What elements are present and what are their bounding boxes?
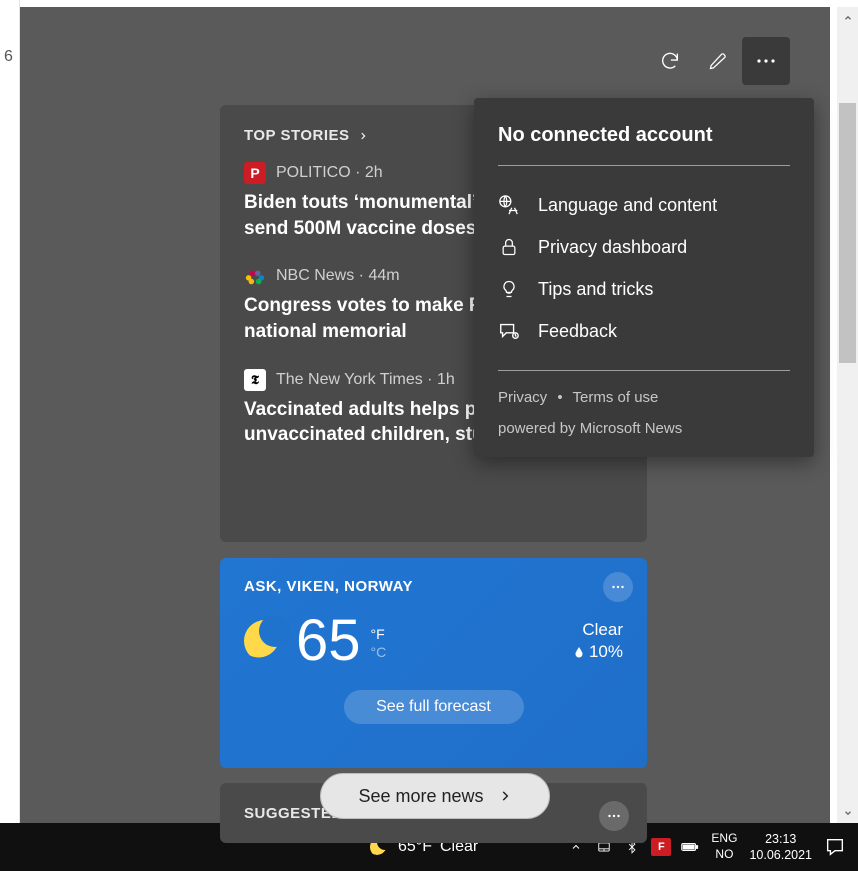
story-time: 1h xyxy=(437,371,455,388)
weather-more-button[interactable] xyxy=(603,572,633,602)
story-source: POLITICO xyxy=(276,164,351,181)
refresh-button[interactable] xyxy=(646,37,694,85)
ellipsis-icon xyxy=(754,49,778,73)
clock[interactable]: 23:13 10.06.2021 xyxy=(749,831,812,864)
nyt-icon: 𝕿 xyxy=(244,369,266,391)
story-time: 44m xyxy=(368,267,399,284)
ellipsis-icon xyxy=(605,807,623,825)
menu-item-privacy[interactable]: Privacy dashboard xyxy=(498,226,790,268)
menu-item-label: Feedback xyxy=(538,321,617,342)
battery-icon[interactable] xyxy=(681,838,699,856)
menu-title: No connected account xyxy=(498,124,790,147)
weather-location: ASK, VIKEN, NORWAY xyxy=(244,578,623,595)
scrollbar-thumb[interactable] xyxy=(839,103,856,363)
lock-icon xyxy=(498,236,520,258)
fsecure-tray-icon[interactable]: F xyxy=(651,838,671,856)
story-source: NBC News xyxy=(276,267,354,284)
time-value: 23:13 xyxy=(749,831,812,847)
pencil-icon xyxy=(708,51,728,71)
forecast-label: See full forecast xyxy=(376,698,491,716)
terms-link[interactable]: Terms of use xyxy=(573,389,659,406)
powered-by-label: powered by Microsoft News xyxy=(498,420,790,437)
scrollbar[interactable] xyxy=(837,7,858,823)
date-value: 10.06.2021 xyxy=(749,847,812,863)
droplet-icon xyxy=(573,645,585,659)
language-indicator[interactable]: ENG NO xyxy=(711,831,737,862)
chevron-right-icon xyxy=(358,131,368,141)
bulb-icon xyxy=(498,278,520,300)
privacy-link[interactable]: Privacy xyxy=(498,389,547,406)
divider xyxy=(498,165,790,166)
temperature-value: 65 xyxy=(296,607,361,674)
nbc-icon xyxy=(244,265,266,287)
unit-fahrenheit[interactable]: °F xyxy=(371,626,387,642)
menu-item-tips[interactable]: Tips and tricks xyxy=(498,268,790,310)
precip-value: 10% xyxy=(589,642,623,662)
panel-toolbar xyxy=(646,37,790,85)
weather-card[interactable]: ASK, VIKEN, NORWAY 65 °F °C Clear 10% xyxy=(220,558,647,768)
suggested-more-button[interactable] xyxy=(599,801,629,831)
menu-item-language[interactable]: Language and content xyxy=(498,184,790,226)
window-edge: 6 xyxy=(0,0,20,823)
see-more-label: See more news xyxy=(358,786,483,807)
scroll-up-arrow[interactable] xyxy=(837,7,858,28)
chevron-right-icon xyxy=(498,789,512,803)
see-more-news-button[interactable]: See more news xyxy=(320,773,550,819)
unit-celsius[interactable]: °C xyxy=(371,644,387,660)
weather-condition: Clear xyxy=(573,620,623,640)
dot-separator: • xyxy=(557,389,562,406)
feedback-icon xyxy=(498,320,520,342)
divider xyxy=(498,370,790,371)
edge-number: 6 xyxy=(4,48,13,66)
lang-secondary: NO xyxy=(711,847,737,863)
lang-primary: ENG xyxy=(711,831,737,847)
menu-item-label: Language and content xyxy=(538,195,717,216)
more-options-button[interactable] xyxy=(742,37,790,85)
menu-item-label: Tips and tricks xyxy=(538,279,653,300)
news-feed-panel: TOP STORIES P POLITICO · 2h Biden touts … xyxy=(20,7,830,823)
politico-icon: P xyxy=(244,162,266,184)
ellipsis-icon xyxy=(609,578,627,596)
language-icon xyxy=(498,194,520,216)
notifications-button[interactable] xyxy=(824,836,846,858)
see-forecast-button[interactable]: See full forecast xyxy=(344,690,524,724)
refresh-icon xyxy=(659,50,681,72)
edit-button[interactable] xyxy=(694,37,742,85)
menu-item-label: Privacy dashboard xyxy=(538,237,687,258)
story-source: The New York Times xyxy=(276,371,423,388)
account-menu-popup: No connected account Language and conten… xyxy=(474,98,814,457)
section-title: TOP STORIES xyxy=(244,127,350,144)
scroll-down-arrow[interactable] xyxy=(837,802,858,823)
moon-icon xyxy=(244,620,286,662)
menu-item-feedback[interactable]: Feedback xyxy=(498,310,790,352)
story-time: 2h xyxy=(365,164,383,181)
